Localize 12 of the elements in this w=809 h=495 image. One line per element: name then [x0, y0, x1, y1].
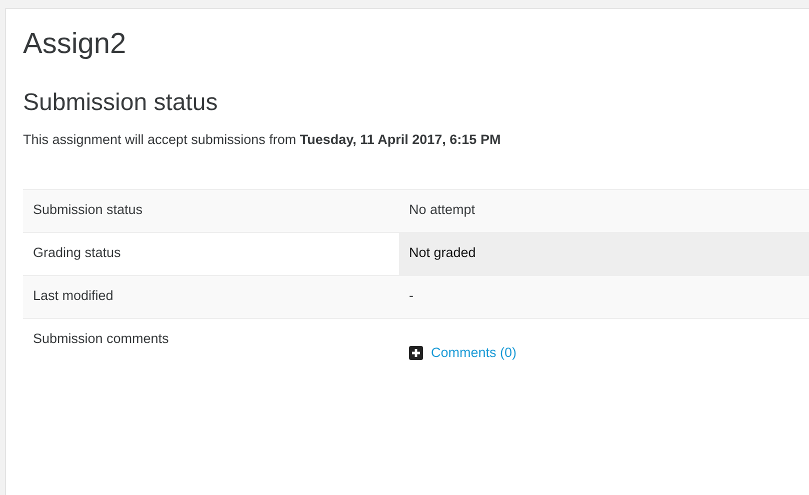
expand-icon[interactable]: [409, 346, 423, 360]
table-cell-text: Submission comments: [32, 330, 170, 348]
table-cell-text: No attempt: [408, 201, 476, 219]
page-title: Assign2: [23, 27, 128, 61]
table-cell-text: Last modified: [32, 287, 114, 305]
table-cell-text: Grading status: [32, 244, 122, 262]
table-cell-text: -: [408, 287, 414, 305]
section-heading: Submission status: [23, 88, 219, 118]
comments-link[interactable]: Comments (0): [431, 345, 517, 360]
table-cell-text: Submission status: [32, 201, 144, 219]
table-cell: Not graded: [399, 233, 809, 275]
availability-text: This assignment will accept submissions from Tuesday, 11 April 2017, 6:15 PM: [23, 132, 502, 147]
